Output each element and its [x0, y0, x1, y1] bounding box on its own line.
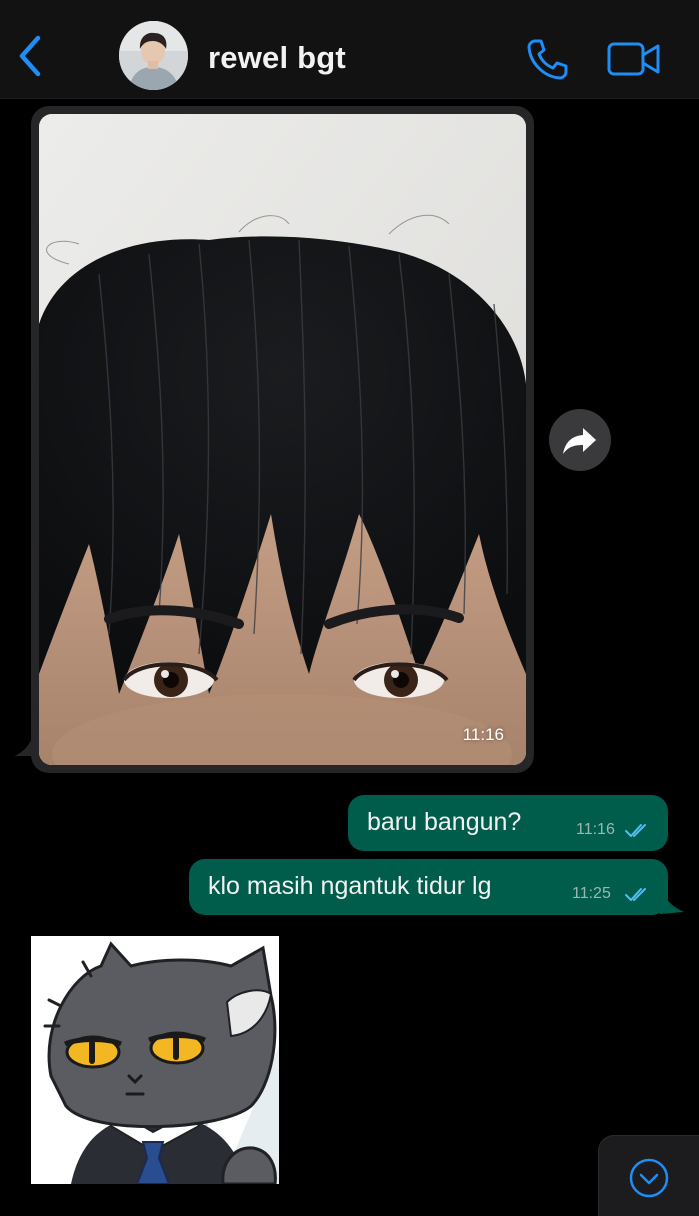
bubble-tail [660, 884, 684, 914]
outgoing-message[interactable]: baru bangun? 11:16 [348, 795, 668, 851]
message-text: baru bangun? [367, 808, 522, 836]
message-timestamp: 11:16 [576, 821, 615, 838]
outgoing-message[interactable]: klo masih ngantuk tidur lg 11:25 [189, 859, 668, 915]
chevron-left-icon [19, 35, 41, 77]
chat-header: rewel bgt [0, 0, 699, 99]
contact-name[interactable]: rewel bgt [208, 40, 346, 76]
back-button[interactable] [14, 34, 48, 78]
voice-call-button[interactable] [524, 36, 570, 82]
forward-button[interactable] [549, 409, 611, 471]
photo-thumbnail[interactable]: 11:16 [39, 114, 526, 765]
phone-icon [527, 39, 568, 80]
avatar[interactable] [119, 21, 188, 90]
message-timestamp: 11:25 [572, 885, 611, 902]
message-text: klo masih ngantuk tidur lg [208, 872, 492, 900]
double-check-icon [625, 888, 646, 901]
chevron-down-circle-icon [629, 1158, 669, 1198]
incoming-image-message[interactable]: 11:16 [31, 106, 534, 773]
forward-arrow-icon [563, 428, 596, 454]
scroll-to-bottom-button[interactable] [598, 1135, 699, 1216]
video-call-button[interactable] [606, 40, 662, 78]
message-timestamp: 11:16 [462, 725, 504, 744]
video-camera-icon [607, 42, 660, 76]
sticker-message[interactable] [31, 936, 279, 1184]
double-check-icon [625, 824, 646, 837]
